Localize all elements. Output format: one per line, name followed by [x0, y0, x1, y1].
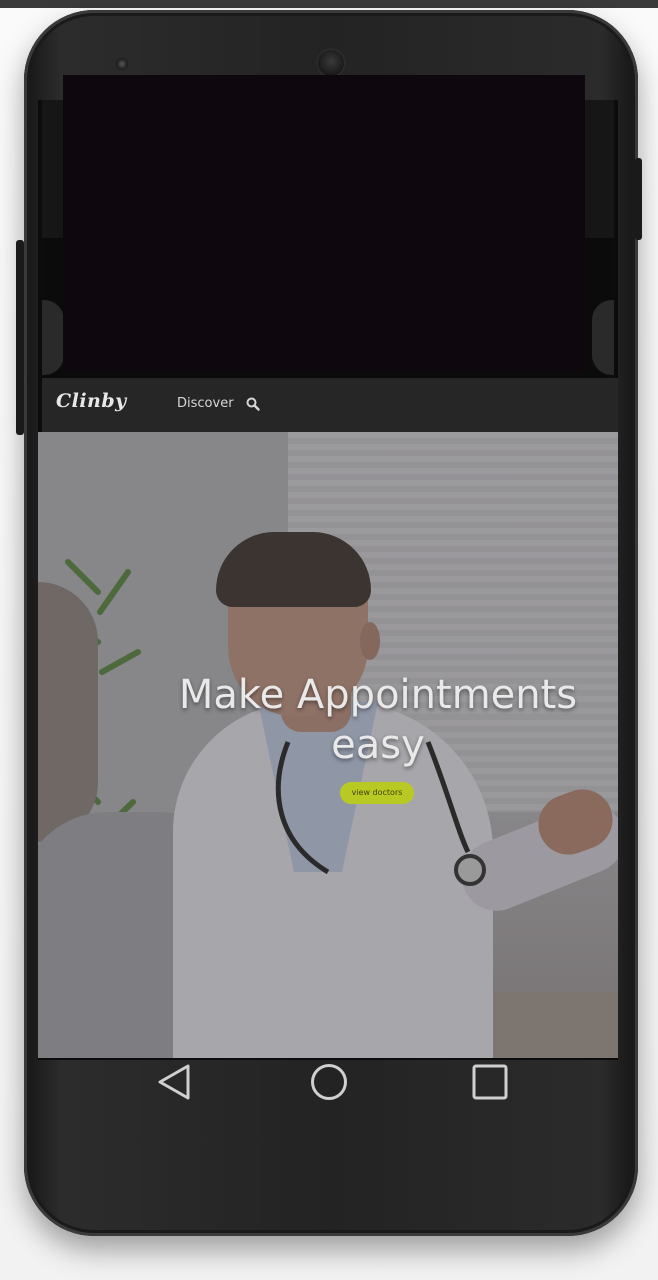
hero-headline: Make Appointments easy — [178, 672, 578, 768]
search-icon[interactable] — [246, 397, 260, 411]
circle-home-icon[interactable] — [310, 1063, 348, 1101]
top-edge-bar — [0, 0, 658, 8]
power-button — [635, 158, 642, 240]
clinby-logo[interactable]: Clinby — [56, 390, 127, 412]
volume-button — [16, 240, 24, 435]
android-nav-bar — [38, 1058, 618, 1108]
square-recents-icon[interactable] — [472, 1064, 508, 1100]
view-doctors-button[interactable]: view doctors — [340, 782, 414, 804]
dark-overlay-panel — [63, 75, 585, 371]
clinby-webview: Clinby Discover Make Appointments easy v… — [38, 378, 618, 1058]
hero-section: Make Appointments easy view doctors — [38, 432, 618, 1058]
triangle-back-icon[interactable] — [156, 1063, 192, 1101]
patient-head — [38, 582, 98, 842]
discover-link[interactable]: Discover — [177, 396, 234, 411]
front-camera — [116, 58, 128, 70]
app-navbar: Clinby Discover — [42, 378, 618, 432]
earpiece-speaker — [316, 48, 346, 78]
